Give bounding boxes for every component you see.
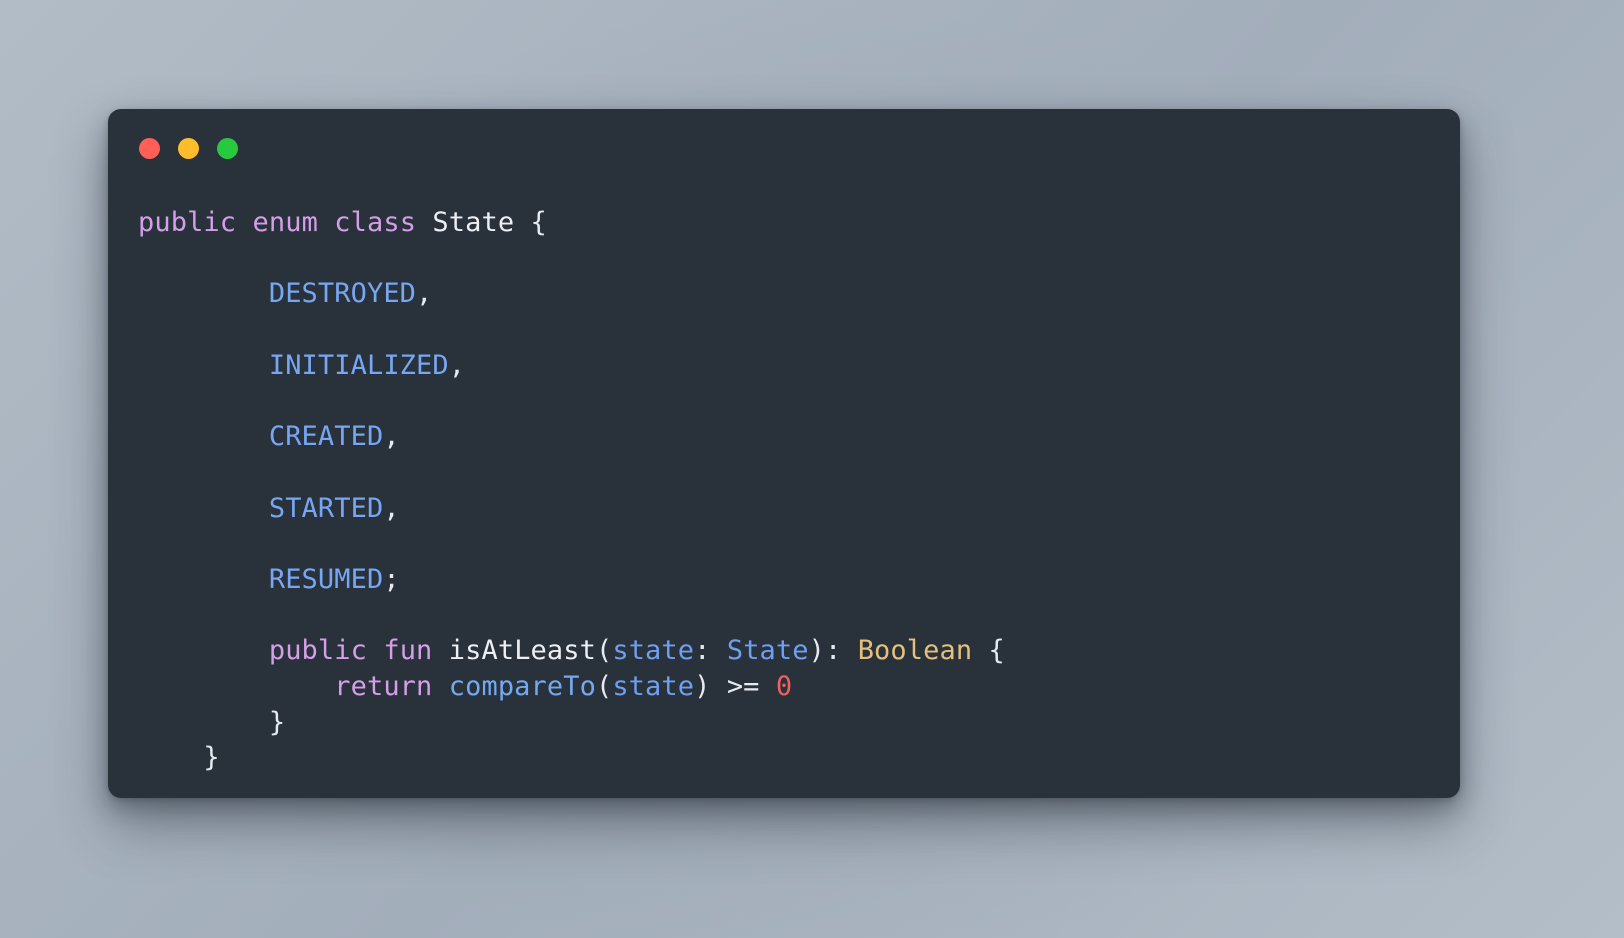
code-token: enum <box>252 207 318 238</box>
code-token: ) >= <box>694 670 776 702</box>
code-token: State <box>726 635 809 667</box>
code-line: return compareTo(state) >= 0 <box>138 669 1430 705</box>
code-token: public <box>268 635 367 667</box>
code-token: ( <box>595 670 613 702</box>
code-token: state <box>612 635 695 667</box>
code-token: CREATED <box>268 421 384 453</box>
code-line: } <box>138 705 1430 741</box>
code-token: compareTo <box>448 670 596 702</box>
code-token: : <box>694 635 727 667</box>
close-window-button[interactable] <box>139 137 160 159</box>
code-token: isAtLeast <box>448 635 596 667</box>
code-token: INITIALIZED <box>268 349 449 381</box>
code-token: , <box>416 278 433 310</box>
code-token: RESUMED <box>268 563 384 595</box>
code-line: INITIALIZED, <box>138 348 1430 384</box>
code-line: public fun isAtLeast(state: State): Bool… <box>138 633 1430 669</box>
code-token: public <box>138 207 237 238</box>
code-line: } <box>138 740 1430 776</box>
code-token: STARTED <box>268 492 384 524</box>
code-token: ( <box>595 635 613 667</box>
code-token: fun <box>383 635 433 667</box>
minimize-window-button[interactable] <box>178 137 199 159</box>
window-titlebar <box>139 137 238 159</box>
code-token: } <box>268 706 286 738</box>
code-line: RESUMED; <box>138 562 1430 598</box>
maximize-window-button[interactable] <box>217 137 238 159</box>
code-token: Boolean <box>857 635 973 667</box>
code-token: , <box>383 421 400 453</box>
code-line: STARTED, <box>138 491 1430 527</box>
code-token: , <box>448 349 466 381</box>
code-token: class <box>334 207 417 238</box>
code-token: { <box>972 635 1005 667</box>
code-token: return <box>334 670 433 702</box>
code-token: state <box>612 670 695 702</box>
code-token: , <box>383 492 400 524</box>
code-line: public enum class State { <box>138 205 1430 241</box>
code-token: State <box>432 207 515 238</box>
code-line: DESTROYED, <box>138 276 1430 312</box>
code-token: DESTROYED <box>268 278 417 310</box>
code-token: { <box>514 207 547 238</box>
code-token: ): <box>808 635 858 667</box>
code-block[interactable]: public enum class State { DESTROYED, INI… <box>108 205 1460 776</box>
code-window: public enum class State { DESTROYED, INI… <box>108 109 1460 798</box>
code-line: CREATED, <box>138 419 1430 455</box>
code-token: } <box>203 742 220 774</box>
code-token: 0 <box>775 670 793 702</box>
code-token: ; <box>383 563 400 595</box>
